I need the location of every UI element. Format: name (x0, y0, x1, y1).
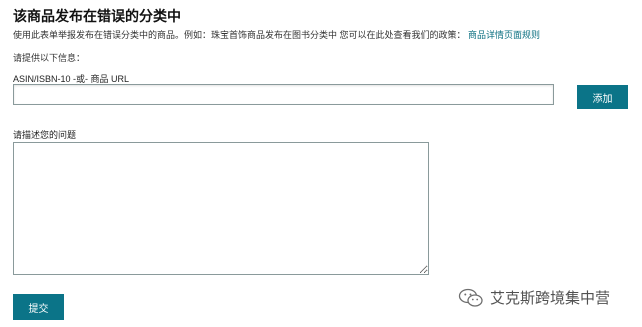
wechat-icon (458, 288, 483, 307)
add-button[interactable]: 添加 (577, 85, 628, 109)
watermark: 艾克斯跨境集中营 (458, 287, 610, 308)
description: 使用此表单举报发布在错误分类中的商品。例如：珠宝首饰商品发布在图书分类中 您可以… (13, 28, 540, 41)
watermark-text: 艾克斯跨境集中营 (490, 289, 611, 307)
submit-button[interactable]: 提交 (13, 294, 64, 320)
policy-link[interactable]: 商品详情页面规则 (468, 30, 540, 40)
problem-textarea[interactable] (13, 142, 429, 275)
instruction-text: 请提供以下信息： (13, 53, 86, 63)
asin-input[interactable] (13, 84, 554, 105)
problem-label: 请描述您的问题 (13, 130, 77, 140)
description-text: 使用此表单举报发布在错误分类中的商品。例如：珠宝首饰商品发布在图书分类中 您可以… (13, 30, 466, 40)
page-title: 该商品发布在错误的分类中 (13, 8, 181, 24)
